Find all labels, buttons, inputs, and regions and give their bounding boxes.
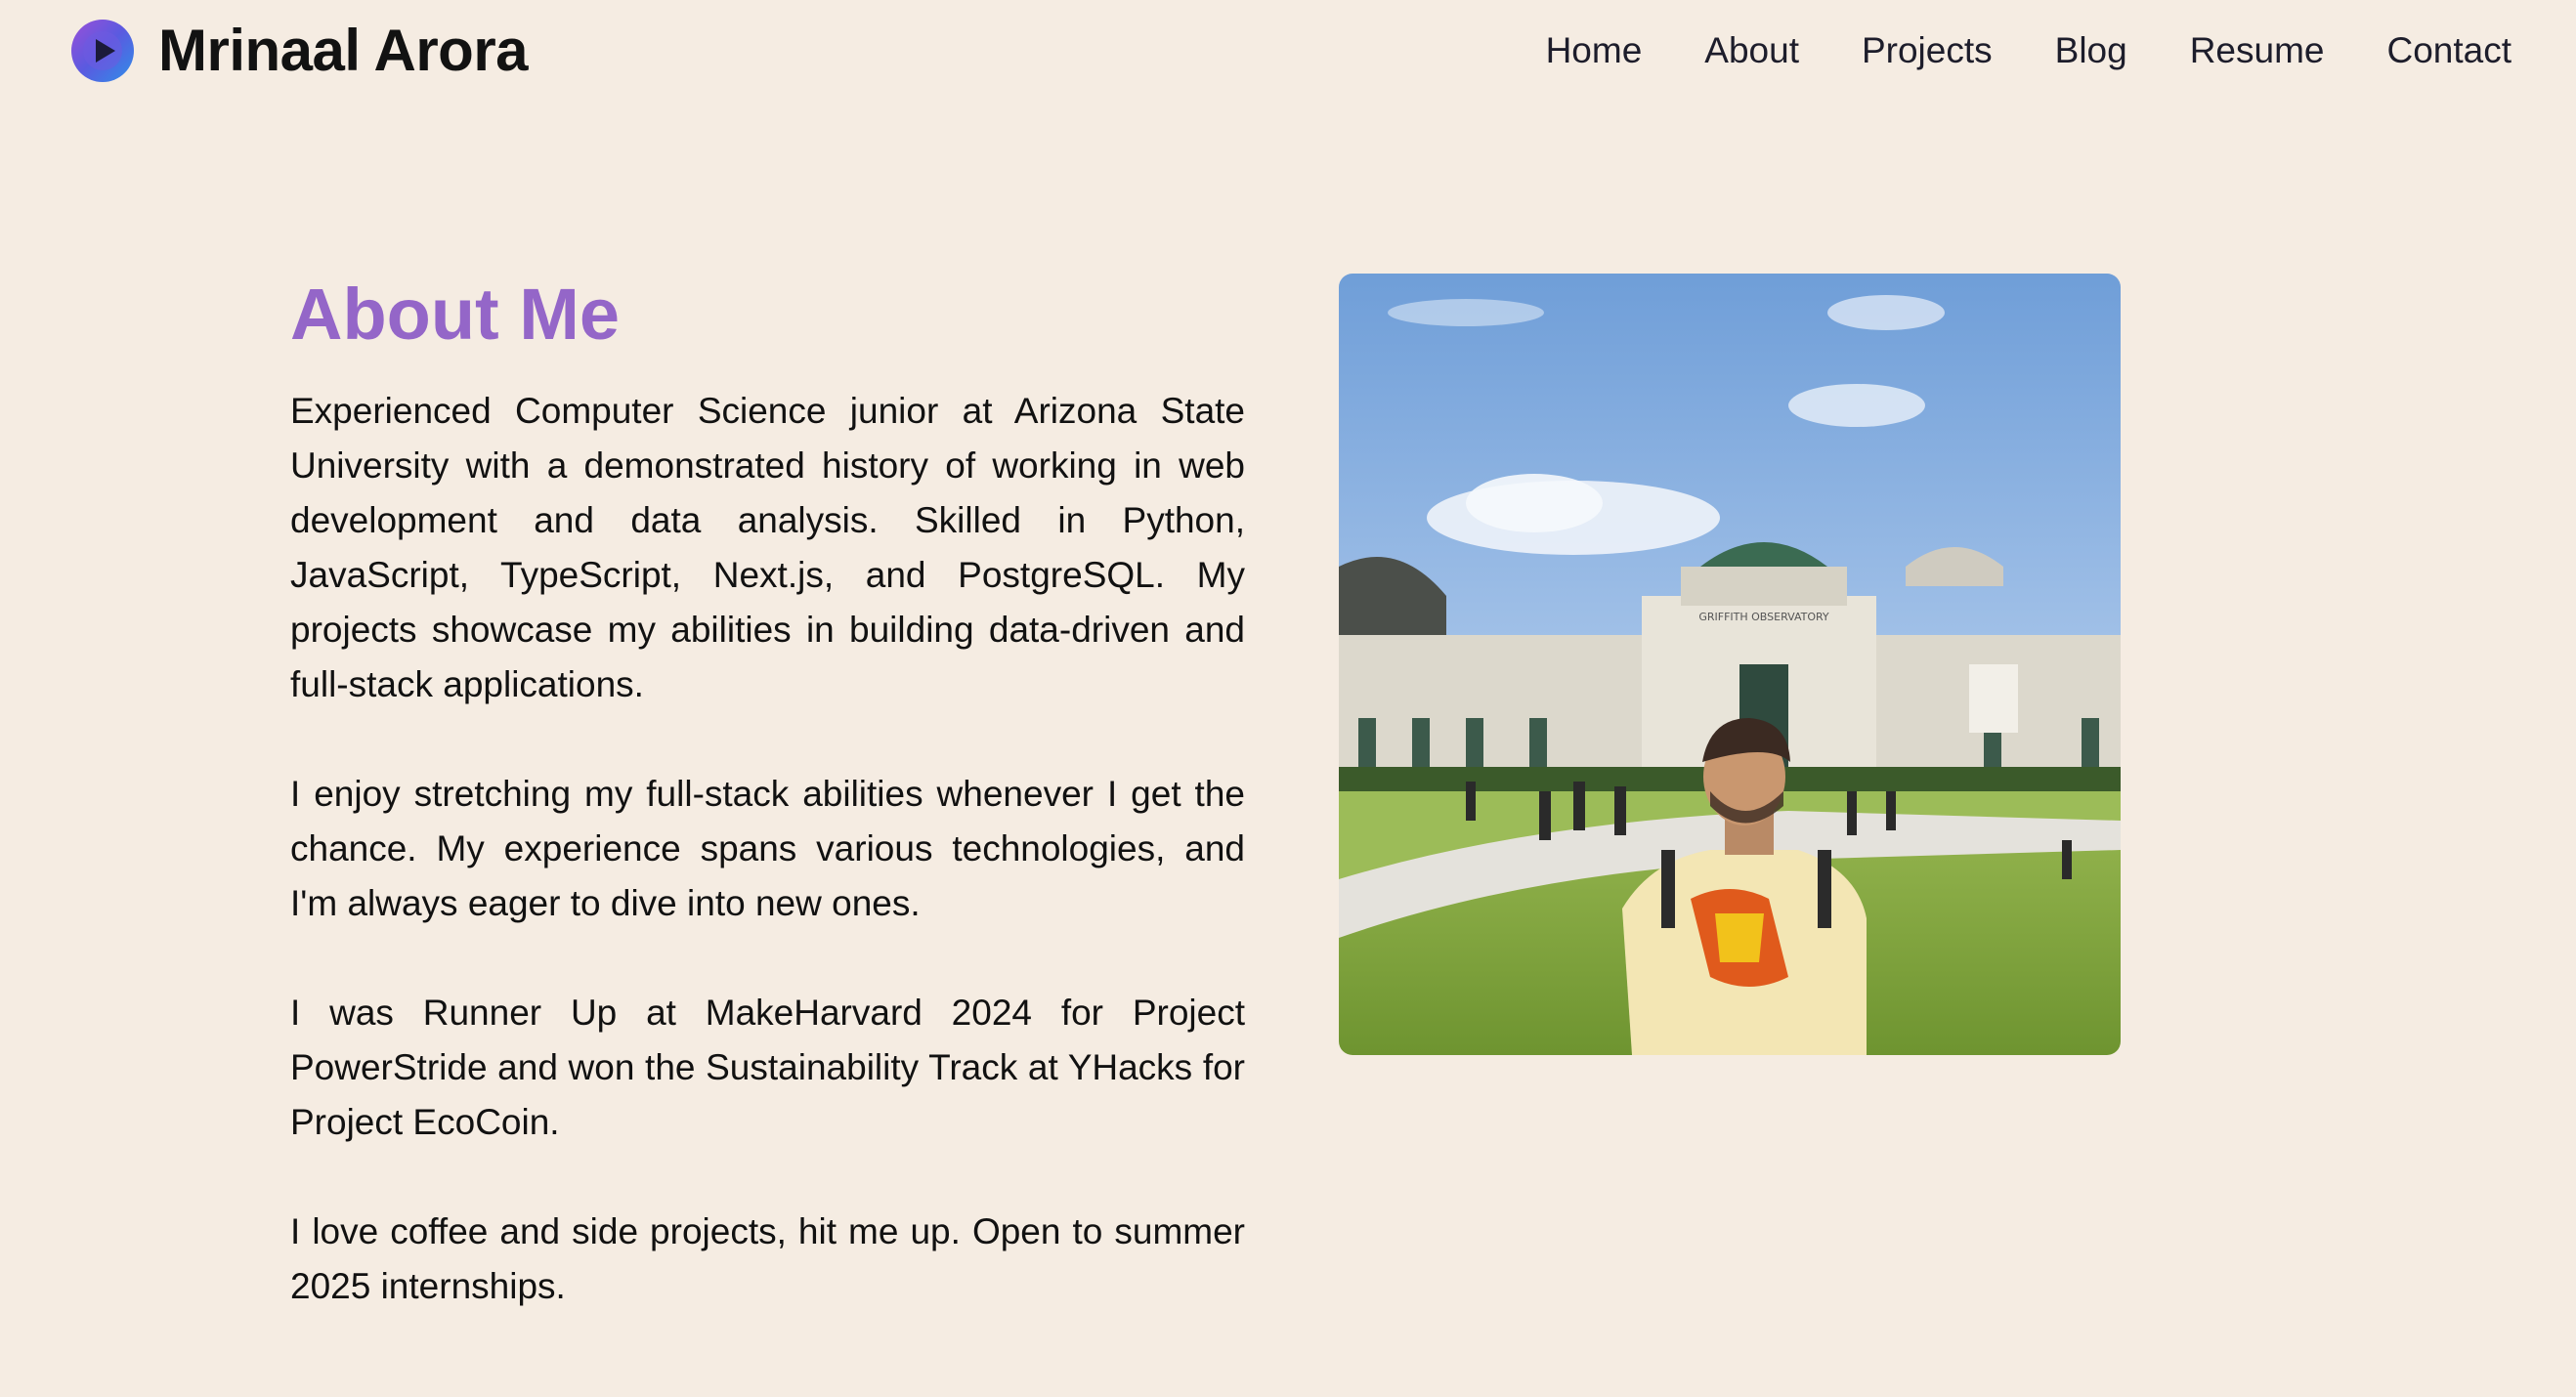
about-heading: About Me [290,274,621,355]
nav-link-blog[interactable]: Blog [2055,23,2127,78]
nav-link-about[interactable]: About [1704,23,1799,78]
site-brand-name[interactable]: Mrinaal Arora [158,14,529,88]
profile-photo-illustration: GRIFFITH OBSERVATORY [1339,274,2121,1055]
profile-photo: GRIFFITH OBSERVATORY [1339,274,2121,1055]
about-paragraph-1: Experienced Computer Science junior at A… [290,391,1245,704]
site-header: Mrinaal Arora Home About Projects Blog R… [0,0,2576,107]
about-paragraph-2: I enjoy stretching my full-stack abiliti… [290,774,1245,923]
play-circle-logo-icon[interactable] [70,19,135,83]
nav-link-projects[interactable]: Projects [1862,23,1993,78]
nav-link-home[interactable]: Home [1546,23,1643,78]
about-body: Experienced Computer Science junior at A… [290,384,1245,1314]
main-nav: Home About Projects Blog Resume Contact [1483,23,2512,78]
nav-link-contact[interactable]: Contact [2386,23,2512,78]
observatory-sign: GRIFFITH OBSERVATORY [1698,611,1829,623]
about-paragraph-3: I was Runner Up at MakeHarvard 2024 for … [290,993,1245,1142]
nav-link-resume[interactable]: Resume [2190,23,2325,78]
page: Mrinaal Arora Home About Projects Blog R… [0,0,2576,1397]
about-paragraph-4: I love coffee and side projects, hit me … [290,1211,1245,1306]
